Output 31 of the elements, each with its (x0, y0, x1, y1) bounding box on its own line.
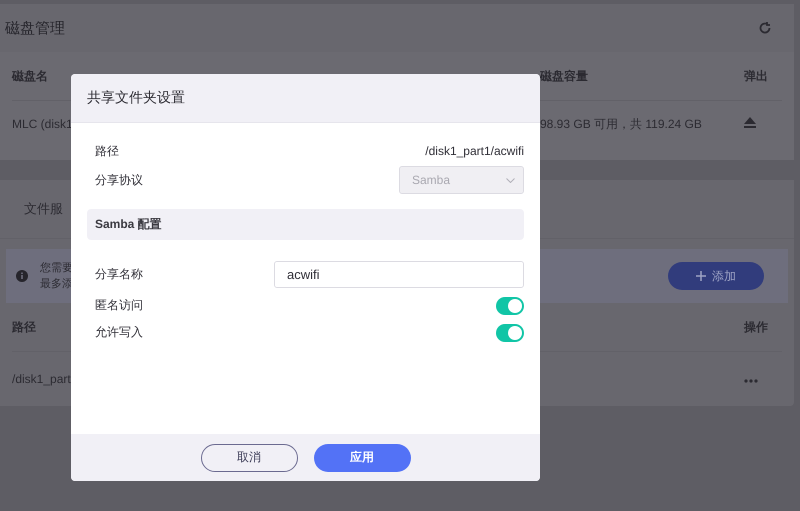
field-label: 匿名访问 (95, 297, 143, 314)
path-value: /disk1_part1/acwifi (425, 144, 524, 158)
column-header: 弹出 (744, 68, 769, 84)
section-header: Samba 配置 (87, 209, 524, 240)
field-label: 分享协议 (95, 172, 143, 188)
eject-icon[interactable] (744, 117, 756, 128)
column-header: 磁盘容量 (540, 68, 588, 84)
apply-button[interactable]: 应用 (314, 444, 410, 472)
toggle-switch[interactable] (496, 324, 524, 342)
chevron-icon (506, 178, 515, 182)
column-header: 路径 (12, 318, 36, 336)
panel-title: 磁盘管理 (5, 18, 65, 38)
table-cell: /disk1_part (12, 372, 71, 386)
refresh-icon[interactable] (758, 21, 772, 35)
share-name-field[interactable]: acwifi (274, 260, 524, 288)
column-header: 操作 (744, 318, 769, 336)
notice-text: 您需要 (40, 261, 73, 276)
plus-icon (696, 271, 706, 281)
toggle-switch[interactable] (496, 296, 524, 314)
field-label: 路径 (95, 142, 119, 160)
table-cell-text: MLC (disk1 (12, 117, 74, 131)
table-cell: 98.93 GB 可用，共 119.24 GB (540, 116, 702, 132)
field-label: 允许写入 (95, 324, 143, 341)
column-header: 磁盘名 (12, 68, 49, 84)
dialog-title: 共享文件夹设置 (71, 74, 540, 123)
info-icon (16, 270, 28, 282)
field-label: 分享名称 (95, 266, 143, 282)
cancel-button[interactable]: 取消 (200, 444, 298, 472)
add-button[interactable]: 添加 (668, 262, 764, 290)
tab[interactable]: 文件服 (24, 200, 63, 218)
more-icon[interactable] (744, 379, 758, 383)
